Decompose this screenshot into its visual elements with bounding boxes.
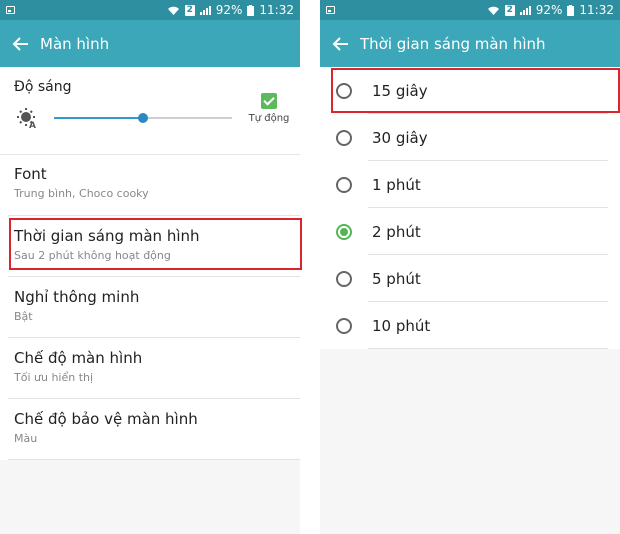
signal-icon	[519, 5, 531, 15]
gallery-notification-icon	[6, 6, 15, 14]
item-subtitle: Màu	[14, 432, 38, 445]
radio-button[interactable]	[336, 223, 352, 240]
item-subtitle: Bật	[14, 310, 33, 323]
battery-level: 92%	[535, 3, 563, 17]
item-title: Nghỉ thông minh	[14, 288, 140, 306]
option-label: 10 phút	[372, 316, 431, 335]
page-title: Thời gian sáng màn hình	[360, 34, 546, 53]
radio-button[interactable]	[336, 129, 352, 146]
item-title: Chế độ bảo vệ màn hình	[14, 410, 198, 428]
timeout-option-10m[interactable]: 10 phút	[320, 302, 620, 349]
radio-button[interactable]	[336, 317, 352, 334]
item-subtitle: Tối ưu hiển thị	[14, 371, 94, 384]
brightness-label: Độ sáng	[14, 79, 72, 95]
back-arrow-icon[interactable]	[12, 35, 30, 53]
settings-item-smart-stay[interactable]: Nghỉ thông minh Bật	[0, 277, 300, 338]
timeout-option-30s[interactable]: 30 giây	[320, 114, 620, 161]
settings-item-screen-mode[interactable]: Chế độ màn hình Tối ưu hiển thị	[0, 338, 300, 399]
item-title: Thời gian sáng màn hình	[14, 227, 200, 245]
sim-badge: 2	[184, 4, 195, 16]
option-label: 15 giây	[372, 81, 428, 100]
timeout-option-2m[interactable]: 2 phút	[320, 208, 620, 255]
battery-icon	[567, 4, 575, 16]
brightness-slider[interactable]	[54, 108, 232, 128]
auto-brightness-label: Tự động	[248, 113, 290, 124]
app-bar: Màn hình	[0, 20, 300, 67]
item-title: Chế độ màn hình	[14, 349, 143, 367]
gallery-notification-icon	[326, 6, 335, 14]
battery-level: 92%	[215, 3, 243, 17]
item-title: Font	[14, 165, 47, 183]
option-label: 30 giây	[372, 128, 428, 147]
radio-button[interactable]	[336, 270, 352, 287]
status-bar: 2 92% 11:32	[320, 0, 620, 20]
back-arrow-icon[interactable]	[332, 35, 350, 53]
auto-brightness-icon: A	[17, 108, 36, 129]
brightness-section: Độ sáng A Tự động	[0, 67, 300, 155]
option-label: 1 phút	[372, 175, 421, 194]
svg-text:A: A	[29, 121, 36, 129]
item-subtitle: Sau 2 phút không hoạt động	[14, 249, 171, 262]
signal-icon	[199, 5, 211, 15]
auto-brightness-toggle[interactable]: Tự động	[247, 93, 291, 124]
sim-badge: 2	[504, 4, 515, 16]
timeout-options: 15 giây 30 giây 1 phút 2 phút 5 phút 10 …	[320, 67, 620, 349]
option-label: 2 phút	[372, 222, 421, 241]
settings-item-screen-timeout[interactable]: Thời gian sáng màn hình Sau 2 phút không…	[0, 216, 300, 277]
timeout-option-15s[interactable]: 15 giây	[320, 67, 620, 114]
brightness-slider-thumb[interactable]	[138, 113, 148, 123]
app-bar: Thời gian sáng màn hình	[320, 20, 620, 67]
settings-item-font[interactable]: Font Trung bình, Choco cooky	[0, 155, 300, 216]
display-settings-screen: 2 92% 11:32 Màn hình Độ sáng A Tự động F…	[0, 0, 300, 534]
radio-button[interactable]	[336, 82, 352, 99]
clock: 11:32	[579, 3, 614, 17]
timeout-option-1m[interactable]: 1 phút	[320, 161, 620, 208]
option-label: 5 phút	[372, 269, 421, 288]
item-subtitle: Trung bình, Choco cooky	[14, 187, 149, 200]
wifi-icon	[167, 6, 179, 15]
page-title: Màn hình	[40, 34, 110, 53]
battery-icon	[247, 4, 255, 16]
status-bar: 2 92% 11:32	[0, 0, 300, 20]
timeout-option-5m[interactable]: 5 phút	[320, 255, 620, 302]
radio-button[interactable]	[336, 176, 352, 193]
settings-item-screensaver[interactable]: Chế độ bảo vệ màn hình Màu	[0, 399, 300, 460]
wifi-icon	[487, 6, 499, 15]
screen-timeout-screen: 2 92% 11:32 Thời gian sáng màn hình 15 g…	[320, 0, 620, 534]
check-icon[interactable]	[261, 93, 277, 109]
clock: 11:32	[259, 3, 294, 17]
